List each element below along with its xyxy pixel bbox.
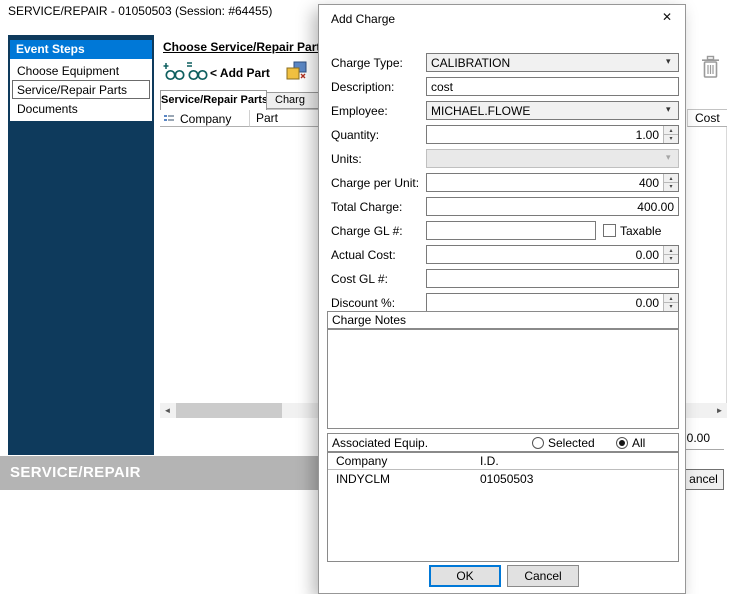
column-header-company[interactable]: Company [160,109,250,127]
actual-cost-input[interactable] [426,245,679,264]
spin-up-icon[interactable] [663,246,678,254]
associated-equip-list: Company I.D. INDYCLM 01050503 [327,452,679,562]
taxable-checkbox[interactable] [603,224,616,237]
scroll-right-icon[interactable]: ► [712,403,727,418]
charge-gl-label: Charge GL #: [331,224,403,238]
equip-row-company: INDYCLM [336,472,390,486]
quantity-stepper [426,125,679,144]
window-title: SERVICE/REPAIR - 01050503 (Session: #644… [8,4,272,18]
charge-per-unit-label: Charge per Unit: [331,176,419,190]
cost-gl-input[interactable] [426,269,679,288]
search-parts-alt-icon[interactable] [186,61,208,85]
description-input[interactable] [426,77,679,96]
radio-selected[interactable] [532,437,544,449]
trash-icon[interactable] [700,55,721,83]
radio-all[interactable] [616,437,628,449]
total-charge-input[interactable] [426,197,679,216]
associated-equip-bar: Associated Equip. Selected All [327,433,679,452]
actual-cost-stepper [426,245,679,264]
sidebar-item-service-repair-parts[interactable]: Service/Repair Parts [12,80,150,99]
radio-all-label[interactable]: All [632,436,645,450]
equip-column-company: Company [336,454,387,468]
charge-notes-input[interactable] [327,329,679,429]
total-charge-label: Total Charge: [331,200,402,214]
charge-type-value: CALIBRATION [427,54,662,71]
ok-button[interactable]: OK [429,565,501,587]
discount-stepper [426,293,679,312]
employee-label: Employee: [331,104,388,118]
sidebar-item-documents[interactable]: Documents [12,99,150,118]
spinner-buttons [663,126,678,143]
quantity-input[interactable] [426,125,679,144]
discount-input[interactable] [426,293,679,312]
company-header-label: Company [180,111,231,127]
equip-row[interactable]: INDYCLM 01050503 [328,470,678,487]
catalog-icon[interactable] [284,60,309,86]
equip-row-id: 01050503 [480,472,533,486]
spinner-buttons [663,294,678,311]
spinner-buttons [663,174,678,191]
company-list-icon [163,113,175,129]
add-part-button[interactable]: < Add Part [210,66,270,80]
taxable-label[interactable]: Taxable [620,224,661,238]
charge-gl-input[interactable] [426,221,596,240]
spin-up-icon[interactable] [663,174,678,182]
spin-up-icon[interactable] [663,126,678,134]
event-steps-list: Choose Equipment Service/Repair Parts Do… [10,59,152,121]
charge-notes-header: Charge Notes [327,311,679,329]
units-select [426,149,679,168]
column-header-cost[interactable]: Cost [687,109,727,127]
quantity-label: Quantity: [331,128,379,142]
discount-label: Discount %: [331,296,395,310]
sidebar-item-choose-equipment[interactable]: Choose Equipment [12,61,150,80]
charge-per-unit-input[interactable] [426,173,679,192]
chevron-down-icon [662,150,678,167]
event-steps-panel: Event Steps Choose Equipment Service/Rep… [8,35,154,455]
scrollbar-thumb[interactable] [176,403,282,418]
chevron-down-icon [662,54,678,71]
spin-down-icon[interactable] [663,134,678,143]
cancel-button[interactable]: Cancel [507,565,579,587]
units-label: Units: [331,152,362,166]
employee-select[interactable]: MICHAEL.FLOWE [426,101,679,120]
tab-service-repair-parts[interactable]: Service/Repair Parts [160,90,267,110]
units-value [427,150,662,167]
charges-total-divider [686,449,724,450]
spin-down-icon[interactable] [663,182,678,191]
chevron-down-icon [662,102,678,119]
associated-equip-label: Associated Equip. [332,436,428,450]
cancel-button-partial[interactable]: ancel [683,469,724,490]
equip-column-id: I.D. [480,454,499,468]
actual-cost-label: Actual Cost: [331,248,396,262]
add-charge-dialog: Add Charge ✕ Charge Type: CALIBRATION De… [318,4,686,594]
charge-type-label: Charge Type: [331,56,403,70]
dialog-title: Add Charge [331,12,395,26]
radio-selected-label[interactable]: Selected [548,436,595,450]
event-steps-header: Event Steps [10,40,152,59]
scroll-left-icon[interactable]: ◄ [160,403,175,418]
equip-list-header: Company I.D. [328,453,678,470]
search-parts-icon[interactable] [163,61,185,85]
employee-value: MICHAEL.FLOWE [427,102,662,119]
spin-up-icon[interactable] [663,294,678,302]
spinner-buttons [663,246,678,263]
spin-down-icon[interactable] [663,302,678,311]
spin-down-icon[interactable] [663,254,678,263]
charge-per-unit-stepper [426,173,679,192]
description-label: Description: [331,80,394,94]
cost-gl-label: Cost GL #: [331,272,388,286]
close-icon[interactable]: ✕ [655,10,679,28]
charge-type-select[interactable]: CALIBRATION [426,53,679,72]
